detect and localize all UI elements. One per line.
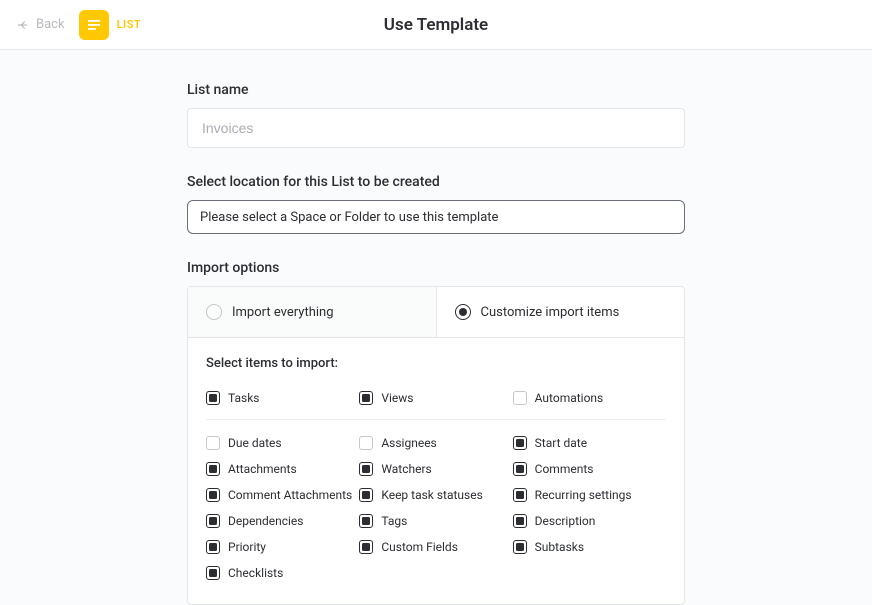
import-item-label: Automations xyxy=(535,391,604,405)
import-item[interactable]: Tags xyxy=(359,508,512,534)
import-item-label: Tags xyxy=(381,514,407,528)
checkbox-icon xyxy=(206,436,220,450)
list-name-input[interactable] xyxy=(187,108,685,148)
checkbox-checked-icon xyxy=(513,488,527,502)
import-item[interactable]: Assignees xyxy=(359,430,512,456)
import-item[interactable]: Keep task statuses xyxy=(359,482,512,508)
import-item-label: Dependencies xyxy=(228,514,303,528)
import-item-label: Watchers xyxy=(381,462,431,476)
content: List name Select location for this List … xyxy=(187,50,685,605)
import-item[interactable]: Subtasks xyxy=(513,534,666,560)
checkbox-checked-icon xyxy=(206,488,220,502)
list-type-label: LIST xyxy=(117,18,142,31)
import-item-label: Due dates xyxy=(228,436,282,450)
import-item-label: Description xyxy=(535,514,596,528)
import-item[interactable]: Custom Fields xyxy=(359,534,512,560)
header: Back LIST Use Template xyxy=(0,0,872,50)
import-item-label: Assignees xyxy=(381,436,436,450)
import-item[interactable]: Automations xyxy=(513,385,666,411)
import-item-label: Checklists xyxy=(228,566,283,580)
import-item[interactable]: Recurring settings xyxy=(513,482,666,508)
import-item-label: Subtasks xyxy=(535,540,584,554)
checkbox-checked-icon xyxy=(206,391,220,405)
import-item[interactable]: Views xyxy=(359,385,512,411)
checkbox-checked-icon xyxy=(513,436,527,450)
checkbox-checked-icon xyxy=(359,514,373,528)
back-button[interactable]: Back xyxy=(16,17,65,32)
import-item[interactable]: Comment Attachments xyxy=(206,482,359,508)
import-item[interactable]: Start date xyxy=(513,430,666,456)
location-label: Select location for this List to be crea… xyxy=(187,174,685,190)
import-item-label: Custom Fields xyxy=(381,540,458,554)
checkbox-checked-icon xyxy=(206,540,220,554)
checkbox-checked-icon xyxy=(513,514,527,528)
customize-import-option[interactable]: Customize import items xyxy=(437,287,685,337)
back-label: Back xyxy=(36,17,65,32)
lines-icon xyxy=(86,18,102,32)
checkbox-checked-icon xyxy=(206,462,220,476)
import-item-label: Priority xyxy=(228,540,266,554)
import-everything-option[interactable]: Import everything xyxy=(188,287,437,337)
import-item[interactable]: Priority xyxy=(206,534,359,560)
list-badge: LIST xyxy=(79,10,142,40)
import-item[interactable]: Attachments xyxy=(206,456,359,482)
import-item-label: Start date xyxy=(535,436,587,450)
import-item-label: Recurring settings xyxy=(535,488,632,502)
customize-import-label: Customize import items xyxy=(481,305,620,320)
import-mode-row: Import everything Customize import items xyxy=(188,287,684,338)
divider xyxy=(206,419,666,420)
location-placeholder: Please select a Space or Folder to use t… xyxy=(200,210,498,225)
checkbox-checked-icon xyxy=(206,514,220,528)
import-item[interactable]: Watchers xyxy=(359,456,512,482)
import-item[interactable]: Checklists xyxy=(206,560,359,586)
page-title: Use Template xyxy=(384,15,488,35)
checkbox-checked-icon xyxy=(359,540,373,554)
arrow-left-icon xyxy=(16,18,30,32)
list-name-label: List name xyxy=(187,82,685,98)
import-item-label: Comment Attachments xyxy=(228,488,352,502)
checkbox-checked-icon xyxy=(359,462,373,476)
checkbox-checked-icon xyxy=(206,566,220,580)
import-item[interactable]: Comments xyxy=(513,456,666,482)
import-items-heading: Select items to import: xyxy=(206,356,666,371)
import-options-label: Import options xyxy=(187,260,685,276)
location-select[interactable]: Please select a Space or Folder to use t… xyxy=(187,200,685,234)
import-item[interactable]: Dependencies xyxy=(206,508,359,534)
checkbox-checked-icon xyxy=(513,462,527,476)
import-item-label: Comments xyxy=(535,462,594,476)
import-item[interactable]: Due dates xyxy=(206,430,359,456)
radio-icon xyxy=(206,304,222,320)
checkbox-checked-icon xyxy=(513,540,527,554)
import-item-label: Views xyxy=(381,391,413,405)
import-everything-label: Import everything xyxy=(232,305,334,320)
checkbox-icon xyxy=(513,391,527,405)
import-items-grid: Tasks Views Automations Due dates Assignees S… xyxy=(206,385,666,586)
checkbox-icon xyxy=(359,436,373,450)
checkbox-checked-icon xyxy=(359,488,373,502)
import-items-section: Select items to import: Tasks Views Automa… xyxy=(188,338,684,604)
import-item[interactable]: Tasks xyxy=(206,385,359,411)
import-item-label: Keep task statuses xyxy=(381,488,482,502)
import-item-label: Tasks xyxy=(228,391,260,405)
import-card: Import everything Customize import items… xyxy=(187,286,685,605)
import-item-label: Attachments xyxy=(228,462,297,476)
radio-icon-selected xyxy=(455,304,471,320)
list-icon xyxy=(79,10,109,40)
import-item[interactable]: Description xyxy=(513,508,666,534)
checkbox-checked-icon xyxy=(359,391,373,405)
